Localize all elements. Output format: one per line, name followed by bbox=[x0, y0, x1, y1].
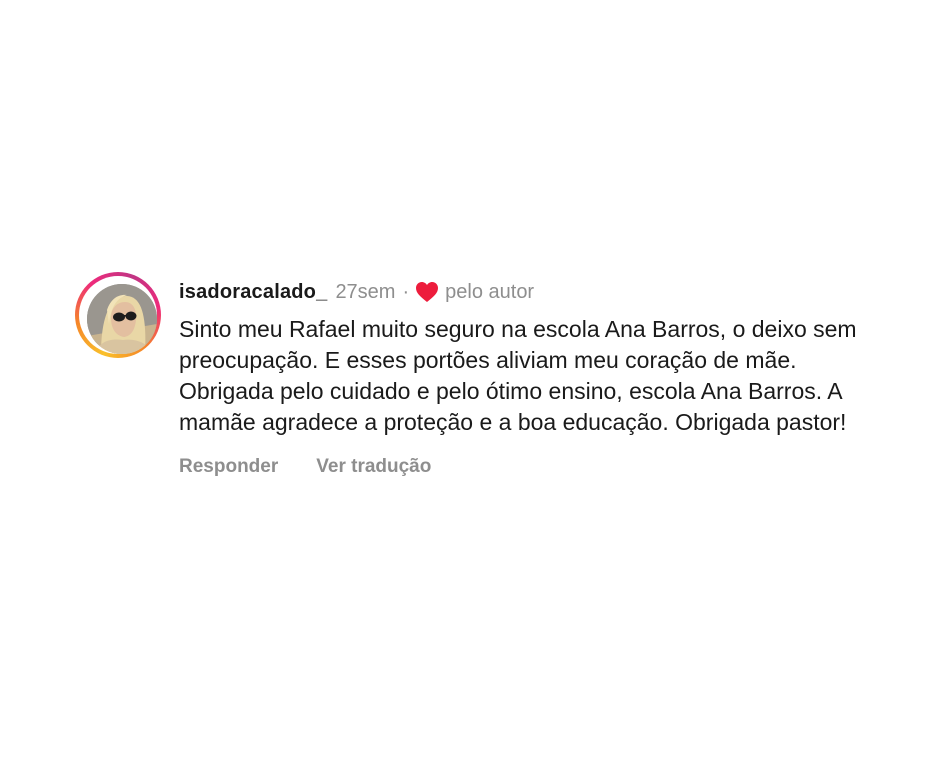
comment-actions: Responder Ver tradução bbox=[179, 456, 879, 478]
story-ring[interactable] bbox=[75, 272, 161, 358]
comment-meta: isadoracalado_ 27sem · pelo autor bbox=[179, 278, 879, 306]
see-translation-button[interactable]: Ver tradução bbox=[316, 456, 431, 478]
avatar-photo bbox=[87, 284, 157, 354]
comment-body: isadoracalado_ 27sem · pelo autor Sinto … bbox=[179, 278, 879, 478]
separator: · bbox=[402, 280, 410, 303]
reply-button[interactable]: Responder bbox=[179, 456, 278, 478]
heart-icon bbox=[416, 282, 439, 302]
timestamp: 27sem bbox=[335, 280, 396, 303]
avatar[interactable] bbox=[87, 284, 157, 354]
username[interactable]: isadoracalado_ bbox=[179, 281, 327, 304]
comment-text: Sinto meu Rafael muito seguro na escola … bbox=[179, 316, 857, 435]
liked-by-author-label: pelo autor bbox=[445, 280, 535, 303]
